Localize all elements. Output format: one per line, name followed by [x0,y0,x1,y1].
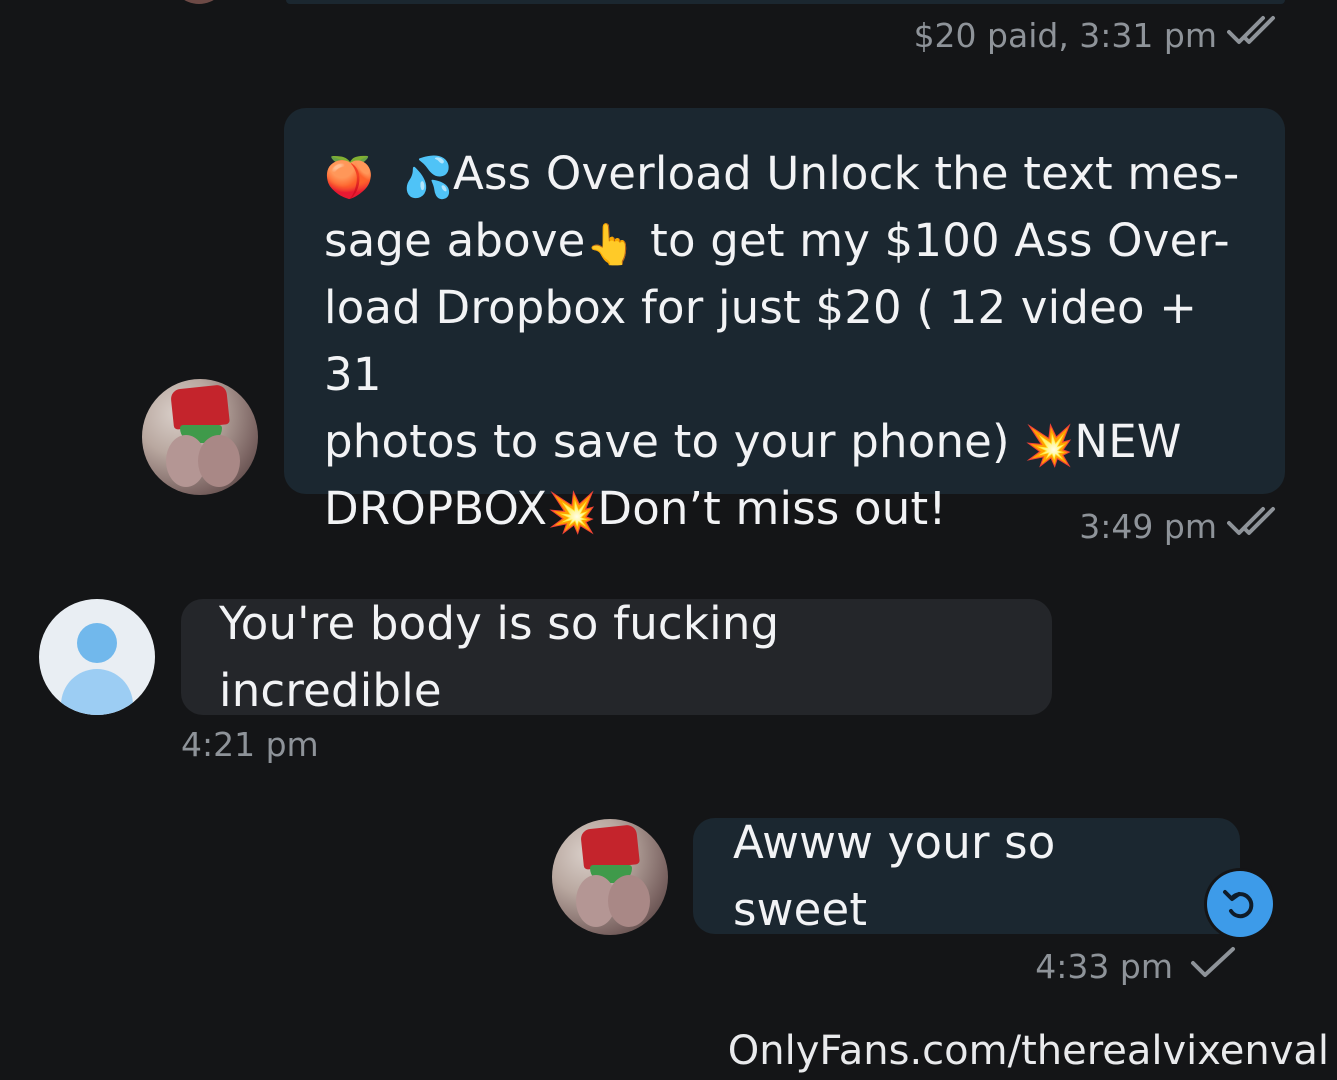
undo-icon[interactable] [1207,871,1273,937]
sweat-droplets-emoji: 💦 [403,155,454,201]
user-avatar-icon[interactable] [39,599,155,715]
peach-emoji: 🍑 [324,155,375,201]
message-text: 🍑 💦Ass Overload Unlock the text mes- sag… [324,147,1240,536]
collision-emoji: 💥 [547,490,598,536]
chat-view: $20 paid, 3:31 pm 🍑 💦Ass Overload Unlock… [0,0,1337,1080]
sender-avatar-partial [170,0,228,4]
message-meta: 3:49 pm [1079,505,1285,547]
message-meta: $20 paid, 3:31 pm [914,14,1285,56]
collision-emoji: 💥 [1024,423,1075,469]
sender-avatar[interactable] [142,379,258,495]
sender-avatar[interactable] [552,819,668,935]
message-bubble-outgoing[interactable]: 🍑 💦Ass Overload Unlock the text mes- sag… [284,108,1285,535]
double-check-icon [1227,505,1285,547]
message-meta: 4:21 pm [181,725,319,764]
message-time: $20 paid, 3:31 pm [913,15,1217,55]
message-time: 4:33 pm [1035,946,1173,986]
message-bubble-incoming[interactable]: You're body is so fucking incredible [181,597,1052,717]
message-text: You're body is so fucking incredible [219,597,780,717]
message-bubble-partial [286,0,1285,4]
message-text: Awww your so sweet [733,816,1056,936]
message-meta: 4:33 pm [1035,945,1237,987]
message-bubble-outgoing[interactable]: Awww your so sweet [693,816,1240,936]
pointing-up-emoji: 👆 [585,222,636,268]
double-check-icon [1227,14,1285,56]
message-time: 4:21 pm [181,725,319,764]
message-time: 3:49 pm [1079,506,1217,546]
check-icon [1189,945,1237,987]
watermark: OnlyFans.com/therealvixenval [727,1028,1329,1074]
